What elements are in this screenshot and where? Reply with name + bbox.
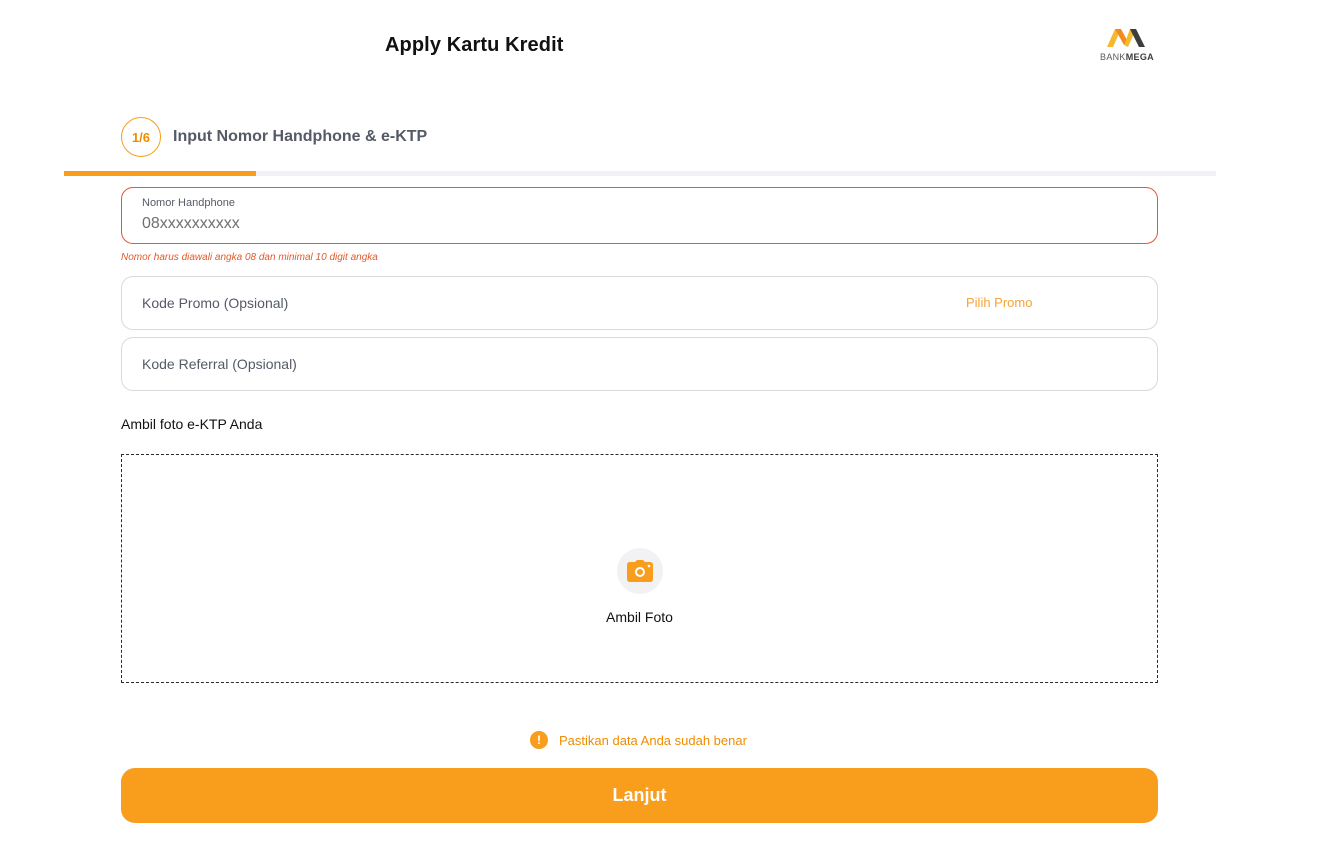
bank-mega-wordmark: BANKMEGA [1097, 52, 1157, 62]
referral-code-placeholder: Kode Referral (Opsional) [142, 356, 297, 372]
ktp-section-label: Ambil foto e-KTP Anda [121, 416, 263, 432]
phone-field[interactable]: Nomor Handphone [121, 187, 1158, 244]
exclamation-icon: ! [530, 731, 548, 749]
phone-input[interactable] [142, 215, 742, 233]
take-photo-button[interactable] [617, 548, 663, 594]
phone-error-message: Nomor harus diawali angka 08 dan minimal… [121, 252, 378, 263]
bank-mega-logo-mark [1107, 29, 1145, 47]
notice-text: Pastikan data Anda sudah benar [559, 732, 747, 748]
step-indicator: 1/6 [121, 117, 161, 157]
ktp-photo-upload-area[interactable]: Ambil Foto [121, 454, 1158, 683]
page-title: Apply Kartu Kredit [385, 34, 564, 56]
continue-button[interactable]: Lanjut [121, 768, 1158, 823]
camera-icon [627, 560, 653, 582]
choose-promo-link[interactable]: Pilih Promo [966, 295, 1032, 310]
logo-bank-text: BANK [1100, 52, 1126, 62]
promo-code-placeholder: Kode Promo (Opsional) [142, 295, 289, 311]
notice: ! Pastikan data Anda sudah benar [530, 731, 747, 749]
bank-mega-logo: BANKMEGA [1097, 26, 1157, 66]
progress-bar-fill [64, 171, 257, 176]
phone-field-label: Nomor Handphone [142, 197, 235, 209]
referral-code-field[interactable]: Kode Referral (Opsional) [121, 337, 1158, 391]
step-title: Input Nomor Handphone & e-KTP [173, 128, 428, 145]
logo-mega-text: MEGA [1125, 52, 1154, 62]
promo-code-field[interactable]: Kode Promo (Opsional) Pilih Promo [121, 276, 1158, 330]
progress-bar [64, 171, 1216, 176]
take-photo-label: Ambil Foto [606, 609, 673, 625]
